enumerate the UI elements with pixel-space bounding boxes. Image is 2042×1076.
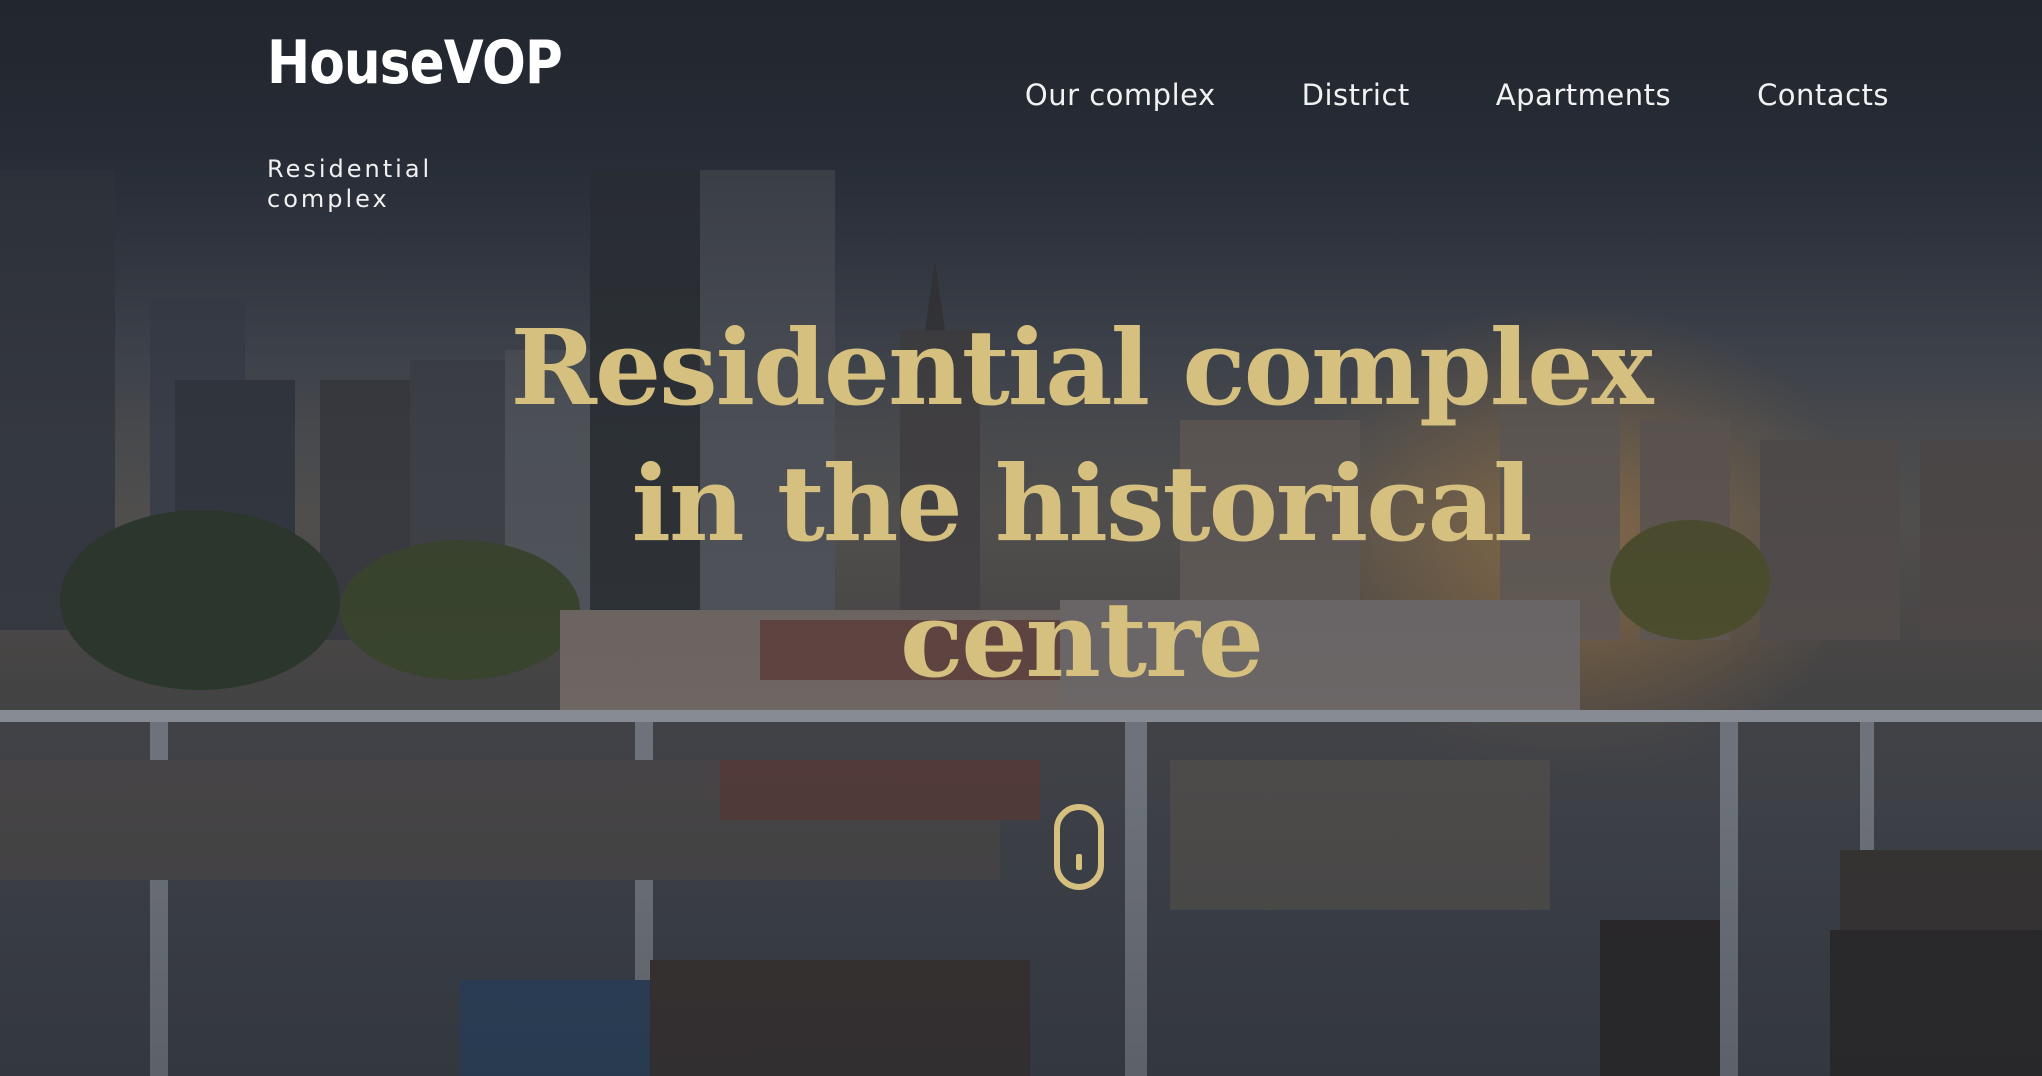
nav-item-contacts[interactable]: Contacts [1757, 78, 1889, 112]
nav-item-district[interactable]: District [1302, 78, 1410, 112]
nav-item-apartments[interactable]: Apartments [1496, 78, 1671, 112]
hero-headline: Residential complex in the historical ce… [510, 306, 1654, 701]
scroll-wheel-dot [1076, 854, 1082, 870]
brand-logo[interactable]: HouseVOP Residential complex [267, 30, 610, 214]
hero-section: HouseVOP Residential complex Our complex… [0, 0, 2042, 1076]
logo-wordmark: HouseVOP [267, 28, 563, 98]
logo-tagline: Residential complex [267, 155, 433, 213]
nav-item-our-complex[interactable]: Our complex [1025, 78, 1216, 112]
mouse-scroll-icon[interactable] [1054, 804, 1104, 890]
main-navigation: Our complex District Apartments Contacts [939, 78, 1889, 112]
